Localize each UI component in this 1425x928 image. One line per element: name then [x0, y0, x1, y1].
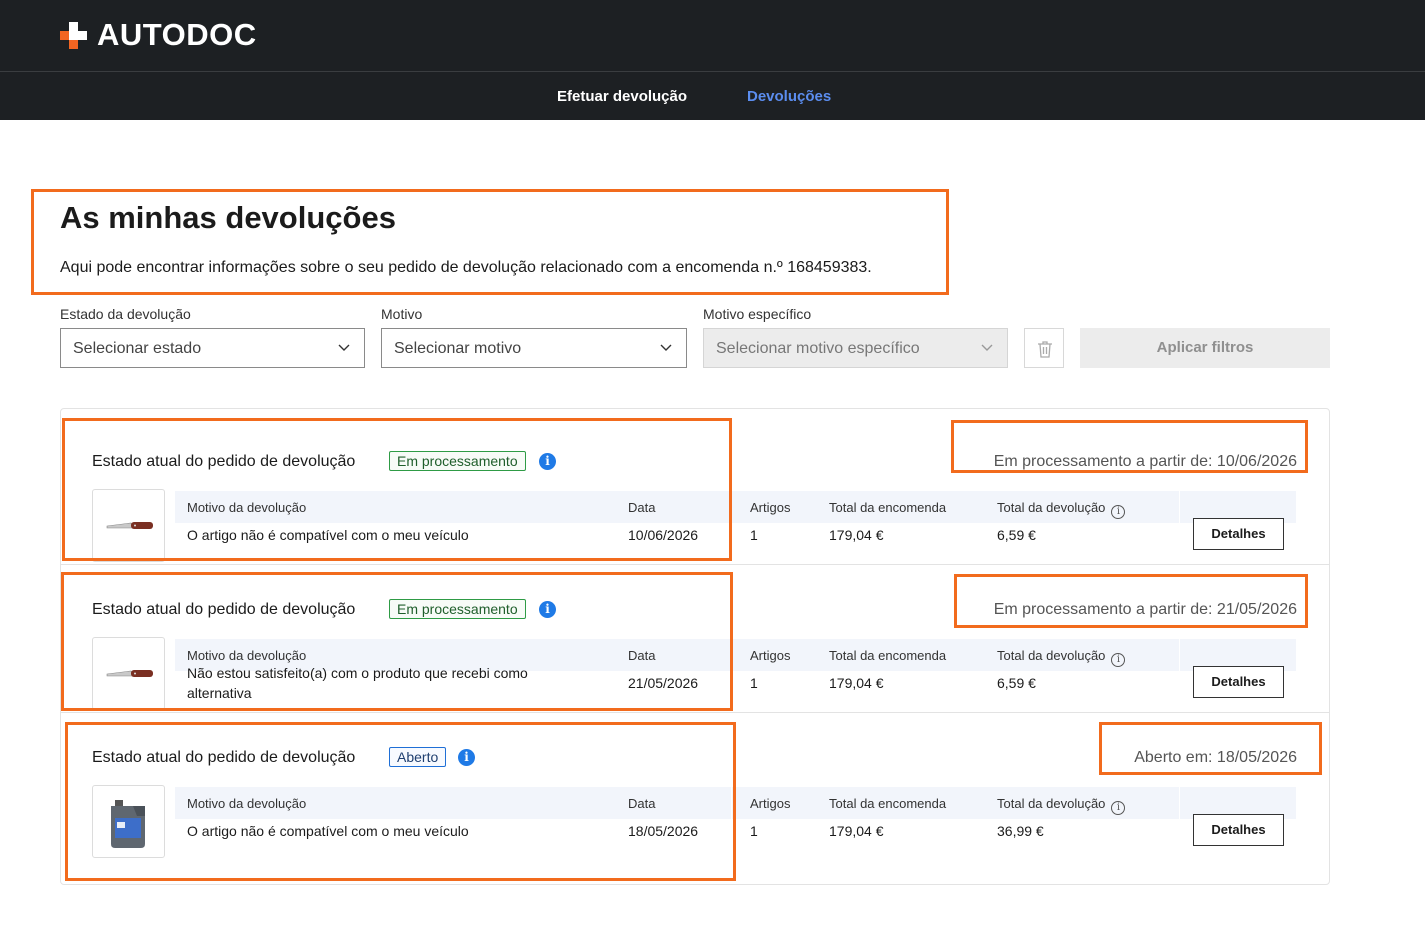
knife-icon: [106, 522, 153, 529]
col-order-total: Total da encomenda: [829, 648, 947, 663]
status-select-value: Selecionar estado: [73, 340, 202, 357]
status-badge: Em processamento: [389, 599, 526, 619]
col-items: Artigos: [750, 648, 791, 663]
return-reason: O artigo não é compatível com o meu veíc…: [187, 823, 469, 839]
col-items: Artigos: [750, 500, 791, 515]
status-badge: Aberto: [389, 747, 447, 767]
reason-select-value: Selecionar motivo: [394, 340, 522, 357]
col-reason: Motivo da devolução: [187, 500, 307, 515]
col-order-total: Total da encomenda: [829, 796, 947, 811]
info-outline-icon[interactable]: i: [1111, 801, 1126, 815]
status-label: Estado atual do pedido de devolução: [92, 601, 356, 618]
page-title: As minhas devoluções: [60, 200, 396, 235]
return-reason-line2: alternativa: [187, 685, 252, 701]
col-reason: Motivo da devolução: [187, 796, 307, 811]
return-card: Estado atual do pedido de devolução Em p…: [61, 565, 1329, 713]
product-thumbnail[interactable]: [92, 785, 165, 858]
return-card: Estado atual do pedido de devolução Em p…: [61, 417, 1329, 565]
order-total: 179,04 €: [829, 527, 884, 543]
specific-reason-filter-label: Motivo específico: [703, 306, 812, 322]
table-header: Motivo da devolução Data Artigos Total d…: [175, 491, 1296, 523]
status-label: Estado atual do pedido de devolução: [92, 453, 356, 470]
info-outline-icon[interactable]: i: [1111, 653, 1126, 667]
details-button[interactable]: Detalhes: [1193, 814, 1284, 846]
nav-devolucoes[interactable]: Devoluções: [747, 88, 831, 105]
return-items: 1: [750, 675, 758, 691]
return-items: 1: [750, 527, 758, 543]
return-date: 10/06/2026: [628, 527, 699, 543]
table-header: Motivo da devolução Data Artigos Total d…: [175, 787, 1296, 819]
status-label: Estado atual do pedido de devolução: [92, 749, 356, 766]
col-reason: Motivo da devolução: [187, 648, 307, 663]
return-reason-line1: Não estou satisfeito(a) com o produto qu…: [187, 665, 528, 681]
reason-select[interactable]: Selecionar motivo: [381, 328, 687, 368]
specific-reason-select-value: Selecionar motivo específico: [716, 340, 920, 357]
page-description: Aqui pode encontrar informações sobre o …: [60, 259, 872, 276]
return-card: Estado atual do pedido de devolução Aber…: [61, 713, 1329, 861]
info-icon[interactable]: i: [458, 749, 475, 766]
info-icon[interactable]: i: [539, 453, 556, 470]
info-icon[interactable]: i: [539, 601, 556, 618]
return-reason: O artigo não é compatível com o meu veíc…: [187, 527, 469, 543]
col-return-total: Total da devolução i: [997, 796, 1126, 815]
logo-text: AUTODOC: [97, 17, 257, 52]
product-thumbnail[interactable]: [92, 489, 165, 562]
return-total: 6,59 €: [997, 527, 1036, 543]
col-date: Data: [628, 500, 656, 515]
nav-efetuar-devolucao[interactable]: Efetuar devolução: [557, 88, 687, 105]
col-return-total: Total da devolução i: [997, 648, 1126, 667]
col-date: Data: [628, 648, 656, 663]
status-since: Em processamento a partir de: 21/05/2026: [993, 601, 1297, 618]
status-since: Em processamento a partir de: 10/06/2026: [993, 453, 1297, 470]
col-date: Data: [628, 796, 656, 811]
status-select[interactable]: Selecionar estado: [60, 328, 365, 368]
col-return-total: Total da devolução i: [997, 500, 1126, 519]
return-items: 1: [750, 823, 758, 839]
knife-icon: [106, 670, 153, 677]
logo-plus-icon: [60, 21, 87, 49]
chevron-down-icon: [660, 344, 672, 351]
reason-filter-label: Motivo: [381, 306, 423, 322]
status-since: Aberto em: 18/05/2026: [1134, 749, 1297, 766]
info-outline-icon[interactable]: i: [1111, 505, 1126, 519]
return-total: 6,59 €: [997, 675, 1036, 691]
status-badge: Em processamento: [389, 451, 526, 471]
autodoc-logo[interactable]: AUTODOC: [60, 19, 257, 51]
chevron-down-icon: [338, 344, 350, 351]
sub-navigation: Efetuar devolução Devoluções: [0, 72, 1425, 120]
return-total: 36,99 €: [997, 823, 1044, 839]
trash-icon: [1038, 341, 1052, 358]
details-button[interactable]: Detalhes: [1193, 666, 1284, 698]
chevron-down-icon: [981, 344, 993, 351]
product-thumbnail[interactable]: [92, 637, 165, 710]
order-total: 179,04 €: [829, 675, 884, 691]
specific-reason-select: Selecionar motivo específico: [703, 328, 1008, 368]
oil-canister-icon: [111, 800, 145, 848]
clear-filters-button[interactable]: [1024, 328, 1064, 368]
details-button[interactable]: Detalhes: [1193, 518, 1284, 550]
col-items: Artigos: [750, 796, 791, 811]
status-filter-label: Estado da devolução: [60, 306, 191, 322]
order-total: 179,04 €: [829, 823, 884, 839]
return-date: 21/05/2026: [628, 675, 699, 691]
top-header: AUTODOC: [0, 0, 1425, 72]
return-date: 18/05/2026: [628, 823, 699, 839]
apply-filters-button[interactable]: Aplicar filtros: [1080, 328, 1330, 368]
col-order-total: Total da encomenda: [829, 500, 947, 515]
